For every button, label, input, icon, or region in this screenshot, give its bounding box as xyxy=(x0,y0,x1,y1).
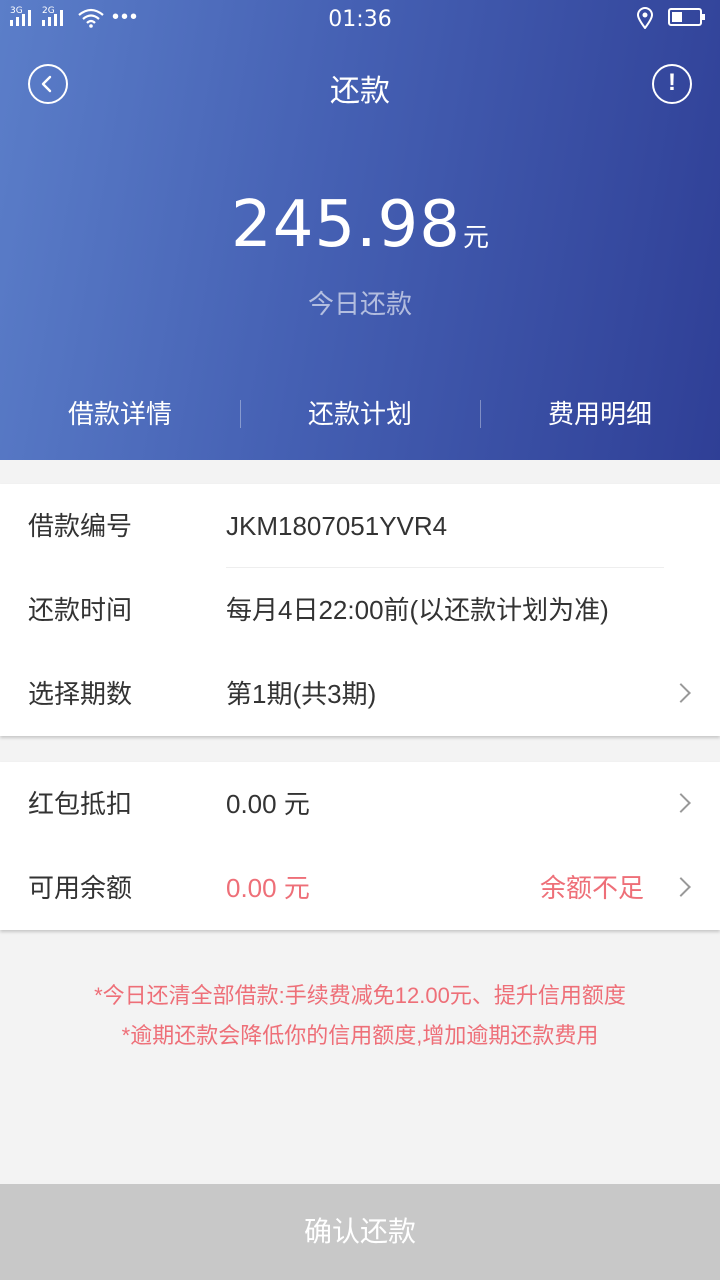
loan-number-value: JKM1807051YVR4 xyxy=(226,511,448,541)
row-label: 可用余额 xyxy=(28,873,133,903)
notes: *今日还清全部借款:手续费减免12.00元、提升信用额度 *逾期还款会降低你的信… xyxy=(0,976,720,1056)
red-packet-row[interactable]: 红包抵扣 0.00 元 xyxy=(0,762,720,846)
info-button[interactable]: ! xyxy=(652,64,692,104)
note-line: *今日还清全部借款:手续费减免12.00元、提升信用额度 xyxy=(94,983,626,1008)
loan-number-row: 借款编号 JKM1807051YVR4 xyxy=(0,484,720,568)
row-label: 借款编号 xyxy=(28,511,133,541)
amount-label: 今日还款 xyxy=(307,289,412,319)
loan-info-card: 借款编号 JKM1807051YVR4 还款时间 每月4日22:00前(以还款计… xyxy=(0,484,720,736)
tab-repayment-plan[interactable]: 还款计划 xyxy=(240,390,480,438)
row-label: 选择期数 xyxy=(28,679,133,709)
row-label: 还款时间 xyxy=(28,595,133,625)
row-label: 红包抵扣 xyxy=(28,789,133,819)
chevron-right-icon xyxy=(671,793,691,813)
repay-time-row: 还款时间 每月4日22:00前(以还款计划为准) xyxy=(0,568,720,652)
confirm-repay-button[interactable]: 确认还款 xyxy=(0,1184,720,1280)
chevron-right-icon xyxy=(671,683,691,703)
repay-time-value: 每月4日22:00前(以还款计划为准) xyxy=(226,595,609,625)
payment-card: 红包抵扣 0.00 元 可用余额 0.00 元 余额不足 xyxy=(0,762,720,930)
status-bar: 3G 2G ••• 01:36 xyxy=(0,0,720,40)
exclamation-icon: ! xyxy=(668,69,676,96)
tab-loan-details[interactable]: 借款详情 xyxy=(0,390,240,438)
detail-tabs: 借款详情 还款计划 费用明细 xyxy=(0,390,720,438)
amount-unit: 元 xyxy=(462,222,489,252)
note-line: *逾期还款会降低你的信用额度,增加逾期还款费用 xyxy=(121,1023,599,1048)
status-time: 01:36 xyxy=(328,7,392,32)
balance-row[interactable]: 可用余额 0.00 元 余额不足 xyxy=(0,846,720,930)
battery-icon xyxy=(668,8,705,26)
red-packet-value: 0.00 元 xyxy=(226,789,310,819)
tab-fee-details[interactable]: 费用明细 xyxy=(480,390,720,438)
balance-value: 0.00 元 xyxy=(226,873,310,903)
insufficient-balance-text: 余额不足 xyxy=(539,873,644,903)
page-title: 还款 xyxy=(330,75,390,108)
select-period-row[interactable]: 选择期数 第1期(共3期) xyxy=(0,652,720,736)
header: 3G 2G ••• 01:36 还款 ! 245.98元 今日还款 借款详情 还… xyxy=(0,0,720,460)
repay-amount: 245.98元 xyxy=(0,188,720,262)
chevron-right-icon xyxy=(671,877,691,897)
period-value: 第1期(共3期) xyxy=(226,679,377,709)
location-icon xyxy=(636,7,654,29)
amount-value: 245.98 xyxy=(231,188,461,262)
